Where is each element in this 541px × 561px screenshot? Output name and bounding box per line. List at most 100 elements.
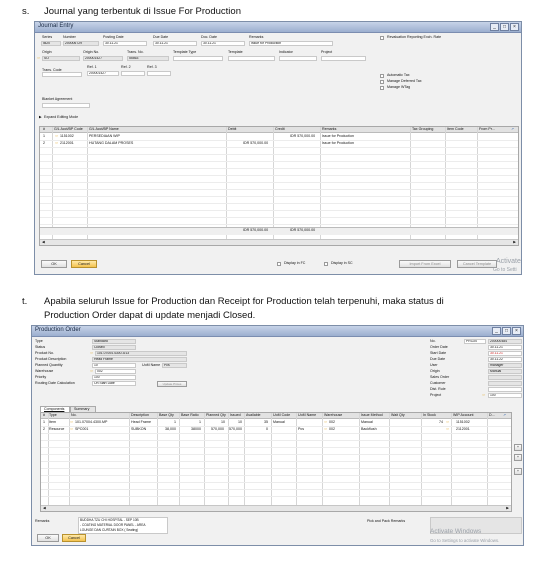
warehouse-link-arrow-icon[interactable]: ⇨ [90, 369, 93, 374]
due-date-field[interactable]: 30.11.22 [488, 357, 522, 362]
trans-no-field[interactable]: 55563 [127, 56, 169, 61]
wtax-checkbox[interactable] [380, 86, 384, 90]
row-no: SPC001 [75, 427, 89, 431]
add-row-icon[interactable]: + [514, 444, 522, 451]
scroll-left-icon[interactable]: ◀ [42, 240, 45, 245]
indicator-field[interactable] [279, 56, 317, 61]
customer-field[interactable] [488, 381, 522, 386]
table-row[interactable]: 1 ⇨ 1151002 PERSEDIAAN WIP IDR 570,000.0… [40, 134, 518, 140]
row-method: Manual [361, 420, 373, 424]
uom-field[interactable]: Pcs [162, 363, 187, 368]
table-row[interactable]: 2 Resource ⇨ SPC001 SUBKON 38,000 38000 … [41, 427, 511, 433]
link-arrow-icon[interactable]: ⇨ [446, 427, 449, 432]
ref3-field[interactable] [147, 71, 171, 76]
automatic-tax-checkbox[interactable] [380, 74, 384, 78]
link-arrow-icon[interactable]: ⇨ [55, 134, 58, 139]
remarks-line: LOUNGE DAN CURTAIN BOX ( Seating) [80, 528, 139, 532]
maximize-button[interactable]: □ [500, 23, 509, 31]
product-link-arrow-icon[interactable]: ⇨ [90, 351, 93, 356]
table-row[interactable]: 2 ⇨ 2112001 HUTANG DALAM PROSES IDR 570,… [40, 141, 518, 147]
components-grid: # Type No. Description Base Qty Base Rat… [40, 412, 512, 512]
ref1-field[interactable]: 200001427 [87, 71, 119, 76]
cancel-template-button[interactable]: Cancel Template [457, 260, 497, 268]
maximize-button[interactable]: □ [502, 327, 511, 335]
origin-no-field[interactable]: 200001427 [83, 56, 123, 61]
order-date-field[interactable]: 30.11.21 [488, 345, 522, 350]
link-arrow-icon[interactable]: ⇨ [324, 427, 327, 432]
posting-date-field[interactable]: 30.11.21 [103, 41, 147, 46]
col-header: G/L Acct/BP Code [54, 127, 83, 131]
scroll-right-icon[interactable]: ▶ [513, 240, 516, 245]
status-field[interactable]: Closed [92, 345, 136, 350]
number-field[interactable]: 200006729 [63, 41, 99, 46]
expand-arrow-icon[interactable]: ▶ [39, 115, 42, 120]
link-arrow-icon[interactable]: ⇨ [324, 420, 327, 425]
table-row[interactable]: 1 Item ⇨ 101.07004.4300.MP Head Frame 1 … [41, 420, 511, 426]
link-arrow-icon[interactable]: ⇨ [446, 420, 449, 425]
move-row-icon[interactable]: + [514, 468, 522, 475]
link-arrow-icon[interactable]: ⇨ [70, 420, 73, 425]
type-field[interactable]: Standard [92, 339, 136, 344]
doc-number-field[interactable]: 200000484 [488, 339, 522, 344]
remarks-field[interactable]: Issue for Production [249, 41, 333, 46]
minimize-button[interactable]: _ [490, 23, 499, 31]
indicator-label: Indicator [279, 50, 293, 54]
trans-code-field[interactable] [42, 72, 82, 77]
blanket-agreement-field[interactable] [42, 103, 90, 108]
dist-rule-field[interactable] [488, 387, 522, 392]
start-date-field[interactable]: 30.11.21 [488, 351, 522, 356]
deferred-tax-checkbox[interactable] [380, 80, 384, 84]
due-date-field[interactable]: 30.11.21 [153, 41, 197, 46]
planned-qty-field[interactable]: 10 [92, 363, 136, 368]
series-field[interactable]: PRO20 [464, 339, 486, 344]
template-field[interactable] [228, 56, 275, 61]
remove-row-icon[interactable]: + [514, 454, 522, 461]
close-button[interactable]: × [510, 23, 519, 31]
warehouse-field[interactable]: 002 [95, 369, 136, 374]
row-method: Backflush [361, 427, 377, 431]
revaluation-label: Revaluation Reporting Exch. Rate [387, 35, 442, 39]
origin-field[interactable]: Manual [488, 369, 522, 374]
grid-settings-icon[interactable]: ↗ [503, 413, 506, 418]
ref2-field[interactable] [121, 71, 145, 76]
horizontal-scrollbar[interactable]: ◀ ▶ [40, 239, 518, 245]
link-arrow-icon[interactable]: ⇨ [55, 141, 58, 146]
scroll-left-icon[interactable]: ◀ [43, 506, 46, 511]
revaluation-checkbox[interactable] [380, 36, 384, 40]
ok-button[interactable]: OK [41, 260, 67, 268]
col-header: Warehouse [324, 413, 343, 417]
col-header: Tax Grouping [412, 127, 434, 131]
sales-order-field[interactable] [488, 375, 522, 380]
import-excel-button[interactable]: Import From Excel [399, 260, 451, 268]
grid-settings-icon[interactable]: ↗ [511, 127, 514, 132]
project-field[interactable]: 100 [488, 393, 522, 398]
priority-field[interactable]: 100 [92, 375, 136, 380]
series-field[interactable]: IB20 [41, 41, 61, 46]
expand-editing-label[interactable]: Expand Editing Mode [44, 115, 78, 120]
update-prices-button[interactable]: Update Prices [157, 381, 187, 387]
origin-link-arrow-icon[interactable]: ⇨ [37, 56, 40, 60]
origin-field[interactable]: SO [42, 56, 80, 61]
cancel-button[interactable]: Cancel [62, 534, 86, 542]
ok-button[interactable]: OK [37, 534, 59, 542]
user-label: User [430, 363, 438, 367]
project-field[interactable] [321, 56, 366, 61]
routing-date-field[interactable]: On Start Date [92, 381, 136, 386]
doc-date-field[interactable]: 30.11.21 [201, 41, 245, 46]
product-desc-field[interactable]: Head Frame [92, 357, 187, 362]
product-no-field[interactable]: 101.07004.4300.3/13 [95, 351, 187, 356]
link-arrow-icon[interactable]: ⇨ [70, 427, 73, 432]
scroll-right-icon[interactable]: ▶ [506, 506, 509, 511]
cancel-button[interactable]: Cancel [71, 260, 97, 268]
user-field[interactable]: manager [488, 363, 522, 368]
minimize-button[interactable]: _ [492, 327, 501, 335]
horizontal-scrollbar[interactable]: ◀ ▶ [41, 505, 511, 511]
display-fc-checkbox[interactable] [277, 262, 281, 266]
title-bar: Production Order _ □ × [32, 326, 523, 337]
display-sc-checkbox[interactable] [324, 262, 328, 266]
row-planned: 10 [221, 420, 225, 424]
template-type-field[interactable] [173, 56, 223, 61]
close-button[interactable]: × [512, 327, 521, 335]
remarks-field[interactable]: BUDDHA TZU CHI HOSPITAL - SEP 10B - COAT… [78, 517, 168, 534]
project-link-arrow-icon[interactable]: ⇨ [482, 393, 485, 398]
